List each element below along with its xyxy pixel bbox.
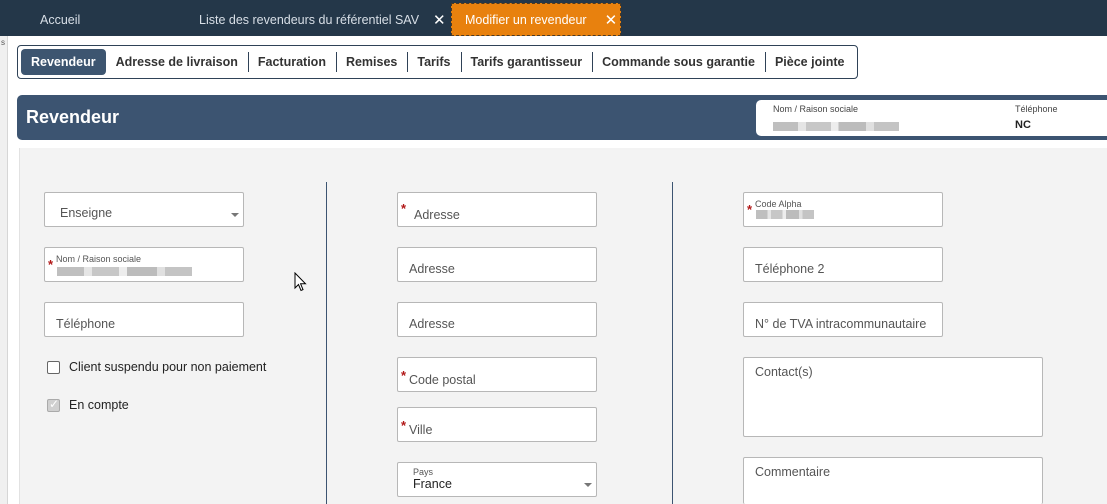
adresse-2-placeholder: Adresse [409,262,455,276]
required-marker: * [401,418,407,433]
subtab-piece-jointe[interactable]: Pièce jointe [764,49,854,75]
banner-name-label: Nom / Raison sociale [773,104,859,114]
subtab-facturation[interactable]: Facturation [247,49,336,75]
client-suspendu-label: Client suspendu pour non paiement [69,360,267,374]
pays-label: Pays [413,467,434,477]
top-tab-bar: Accueil Liste des revendeurs du référent… [0,0,1107,36]
adresse-1-field[interactable]: * Adresse [397,192,597,227]
sub-tab-bar: Revendeur Adresse de livraison Facturati… [17,45,859,79]
adresse-3-placeholder: Adresse [409,317,455,331]
banner-phone-value: NC [1015,119,1031,131]
contacts-textarea[interactable]: Contact(s) [743,357,1043,437]
code-postal-field[interactable]: * Code postal [397,357,597,392]
checkbox-icon[interactable] [47,360,60,374]
banner-summary: Nom / Raison sociale Téléphone NC [756,100,1107,136]
pays-select[interactable]: Pays France [397,462,597,497]
column-divider [672,182,673,504]
required-marker: * [401,368,407,383]
commentaire-placeholder: Commentaire [755,465,831,479]
client-suspendu-checkbox[interactable]: Client suspendu pour non paiement [47,360,266,374]
adresse-2-field[interactable]: Adresse [397,247,597,282]
en-compte-label: En compte [69,398,129,412]
tab-accueil[interactable]: Accueil [40,3,80,36]
subtab-tarifs-garantisseur[interactable]: Tarifs garantisseur [460,49,593,75]
adresse-1-placeholder: Adresse [414,208,460,222]
code-postal-placeholder: Code postal [409,373,476,387]
subtab-commande-sous-garantie[interactable]: Commande sous garantie [592,49,765,75]
telephone-field[interactable]: Téléphone [44,302,244,337]
left-edge-panel: s [0,36,8,504]
enseigne-placeholder: Enseigne [60,206,113,220]
subtab-tarifs[interactable]: Tarifs [407,49,460,75]
close-icon[interactable]: ✕ [605,11,618,29]
dropdown-caret-icon [231,213,239,217]
code-alpha-label: Code Alpha [755,199,802,209]
tab-modifier-revendeur[interactable]: Modifier un revendeur ✕ [451,3,621,36]
redacted-value [773,122,899,131]
mouse-cursor-icon [294,272,307,292]
required-marker: * [48,257,54,272]
section-banner: Revendeur Nom / Raison sociale Téléphone… [17,95,1107,140]
close-icon[interactable]: ✕ [433,11,446,29]
code-alpha-field[interactable]: * Code Alpha [743,192,943,227]
subtab-adresse-livraison[interactable]: Adresse de livraison [106,49,248,75]
tab-liste-label: Liste des revendeurs du référentiel SAV [199,12,420,27]
en-compte-checkbox[interactable]: En compte [47,397,129,412]
contacts-placeholder: Contact(s) [755,365,813,379]
checkbox-icon[interactable] [47,397,60,412]
tva-placeholder: N° de TVA intracommunautaire [755,317,927,331]
required-marker: * [747,202,753,217]
pays-value: France [413,477,452,491]
redacted-value [57,267,192,276]
page-title: Revendeur [26,107,120,127]
banner-phone-label: Téléphone [1015,104,1058,114]
telephone-2-placeholder: Téléphone 2 [755,262,825,276]
telephone-placeholder: Téléphone [56,317,116,331]
tva-field[interactable]: N° de TVA intracommunautaire [743,302,943,337]
dropdown-caret-icon [584,483,592,487]
nom-raison-sociale-field[interactable]: * Nom / Raison sociale [44,247,244,282]
telephone-2-field[interactable]: Téléphone 2 [743,247,943,282]
nom-label: Nom / Raison sociale [56,254,142,264]
left-edge-text: s [1,38,5,47]
column-divider [326,182,327,504]
redacted-value [756,210,814,219]
subtab-remises[interactable]: Remises [335,49,407,75]
subtab-revendeur[interactable]: Revendeur [21,49,106,75]
banner-name-value [773,122,899,134]
adresse-3-field[interactable]: Adresse [397,302,597,337]
required-marker: * [401,201,407,216]
tab-liste-revendeurs[interactable]: Liste des revendeurs du référentiel SAV … [199,3,446,36]
enseigne-select[interactable]: Enseigne [44,192,244,227]
tab-accueil-label: Accueil [40,12,81,27]
tab-modifier-label: Modifier un revendeur [465,12,587,27]
ville-placeholder: Ville [409,423,433,437]
commentaire-textarea[interactable]: Commentaire [743,457,1043,504]
ville-field[interactable]: * Ville [397,407,597,442]
